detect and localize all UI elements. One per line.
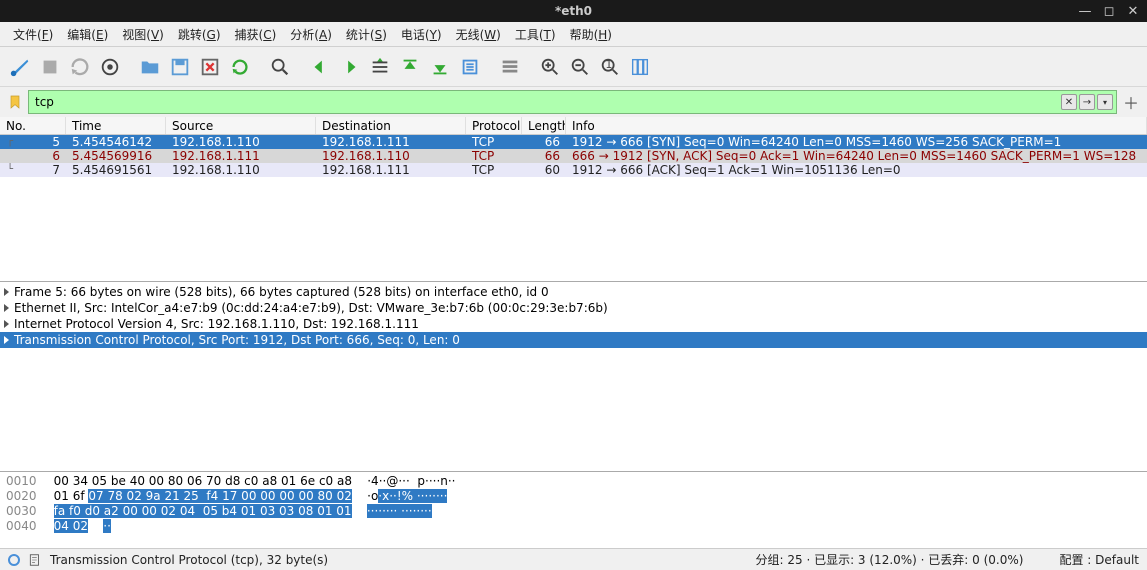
status-packets-text: 分组: 25 · 已显示: 3 (12.0%) · 已丢弃: 0 (0.0%) — [756, 551, 1024, 568]
save-file-button[interactable] — [166, 53, 194, 81]
detail-row[interactable]: Frame 5: 66 bytes on wire (528 bits), 66… — [0, 284, 1147, 300]
col-protocol[interactable]: Protocol — [466, 117, 522, 134]
start-capture-button[interactable] — [6, 53, 34, 81]
reload-button[interactable] — [226, 53, 254, 81]
go-last-button[interactable] — [426, 53, 454, 81]
detail-row[interactable]: Transmission Control Protocol, Src Port:… — [0, 332, 1147, 348]
packet-list-body[interactable]: ┌55.454546142192.168.1.110192.168.1.111T… — [0, 135, 1147, 177]
display-filter-bar: ✕ → ▾ ＋ — [0, 87, 1147, 117]
col-time[interactable]: Time — [66, 117, 166, 134]
menu-item[interactable]: 文件(F) — [6, 23, 60, 46]
restart-capture-button[interactable] — [66, 53, 94, 81]
detail-row[interactable]: Internet Protocol Version 4, Src: 192.16… — [0, 316, 1147, 332]
zoom-out-button[interactable] — [566, 53, 594, 81]
go-forward-button[interactable] — [336, 53, 364, 81]
svg-text:1: 1 — [605, 57, 612, 70]
packet-row[interactable]: 65.454569916192.168.1.111192.168.1.110TC… — [0, 149, 1147, 163]
col-no[interactable]: No. — [0, 117, 66, 134]
go-to-packet-button[interactable] — [366, 53, 394, 81]
menu-item[interactable]: 无线(W) — [449, 23, 508, 46]
packet-row[interactable]: ┌55.454546142192.168.1.110192.168.1.111T… — [0, 135, 1147, 149]
col-info[interactable]: Info — [566, 117, 1147, 134]
minimize-button[interactable]: — — [1075, 3, 1095, 19]
go-first-button[interactable] — [396, 53, 424, 81]
menu-item[interactable]: 帮助(H) — [563, 23, 619, 46]
filter-history-button[interactable]: ▾ — [1097, 94, 1113, 110]
filter-bookmark-icon[interactable] — [4, 91, 26, 113]
status-bar: Transmission Control Protocol (tcp), 32 … — [0, 548, 1147, 570]
auto-scroll-button[interactable] — [456, 53, 484, 81]
menu-item[interactable]: 分析(A) — [283, 23, 339, 46]
menu-item[interactable]: 电话(Y) — [394, 23, 449, 46]
col-destination[interactable]: Destination — [316, 117, 466, 134]
menu-item[interactable]: 跳转(G) — [171, 23, 228, 46]
zoom-reset-button[interactable]: 1 — [596, 53, 624, 81]
capture-file-icon — [28, 553, 42, 567]
window-title: *eth0 — [555, 4, 592, 18]
apply-filter-button[interactable]: → — [1079, 94, 1095, 110]
menu-item[interactable]: 工具(T) — [508, 23, 563, 46]
menu-bar: 文件(F)编辑(E)视图(V)跳转(G)捕获(C)分析(A)统计(S)电话(Y)… — [0, 22, 1147, 47]
packet-row[interactable]: └75.454691561192.168.1.110192.168.1.111T… — [0, 163, 1147, 177]
status-main-text: Transmission Control Protocol (tcp), 32 … — [50, 553, 328, 567]
close-button[interactable]: ✕ — [1123, 3, 1143, 19]
hex-line[interactable]: 0010 00 34 05 be 40 00 80 06 70 d8 c0 a8… — [6, 474, 1141, 489]
packet-list-header: No. Time Source Destination Protocol Len… — [0, 117, 1147, 135]
title-bar: *eth0 — ◻ ✕ — [0, 0, 1147, 22]
main-toolbar: 1 — [0, 47, 1147, 87]
zoom-in-button[interactable] — [536, 53, 564, 81]
display-filter-input[interactable] — [28, 90, 1059, 114]
open-file-button[interactable] — [136, 53, 164, 81]
col-length[interactable]: Length — [522, 117, 566, 134]
find-packet-button[interactable] — [266, 53, 294, 81]
packet-list-pane[interactable]: No. Time Source Destination Protocol Len… — [0, 117, 1147, 282]
packet-details-pane[interactable]: Frame 5: 66 bytes on wire (528 bits), 66… — [0, 282, 1147, 472]
col-source[interactable]: Source — [166, 117, 316, 134]
packet-bytes-pane[interactable]: 0010 00 34 05 be 40 00 80 06 70 d8 c0 a8… — [0, 472, 1147, 548]
clear-filter-button[interactable]: ✕ — [1061, 94, 1077, 110]
filter-controls: ✕ → ▾ — [1058, 90, 1117, 114]
menu-item[interactable]: 捕获(C) — [228, 23, 284, 46]
menu-item[interactable]: 编辑(E) — [60, 23, 115, 46]
maximize-button[interactable]: ◻ — [1099, 3, 1119, 19]
hex-line[interactable]: 0040 04 02 ·· — [6, 519, 1141, 534]
stop-capture-button[interactable] — [36, 53, 64, 81]
resize-columns-button[interactable] — [626, 53, 654, 81]
detail-row[interactable]: Ethernet II, Src: IntelCor_a4:e7:b9 (0c:… — [0, 300, 1147, 316]
menu-item[interactable]: 视图(V) — [115, 23, 171, 46]
hex-line[interactable]: 0020 01 6f 07 78 02 9a 21 25 f4 17 00 00… — [6, 489, 1141, 504]
hex-line[interactable]: 0030 fa f0 d0 a2 00 00 02 04 05 b4 01 03… — [6, 504, 1141, 519]
status-profile-text[interactable]: 配置 : Default — [1059, 551, 1139, 568]
menu-item[interactable]: 统计(S) — [339, 23, 394, 46]
go-back-button[interactable] — [306, 53, 334, 81]
capture-options-button[interactable] — [96, 53, 124, 81]
add-filter-expression-button[interactable]: ＋ — [1119, 90, 1143, 114]
expert-info-icon[interactable] — [8, 554, 20, 566]
close-file-button[interactable] — [196, 53, 224, 81]
colorize-button[interactable] — [496, 53, 524, 81]
